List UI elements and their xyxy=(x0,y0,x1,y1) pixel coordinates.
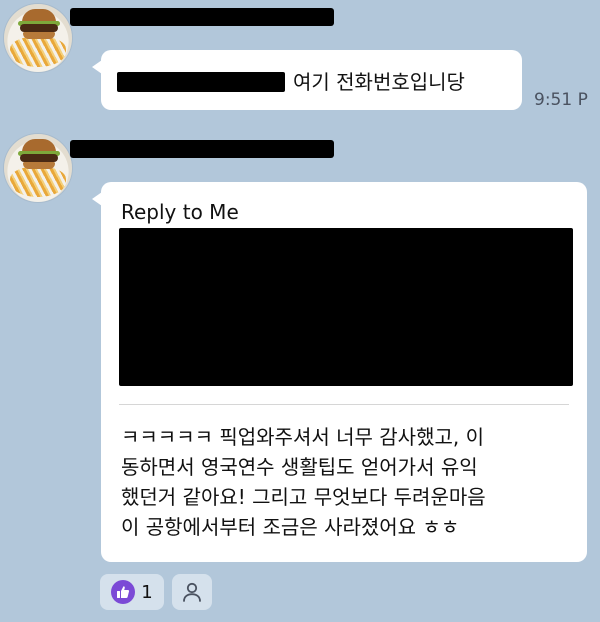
message-line: 했던거 같아요! 그리고 무엇보다 두려운마음 xyxy=(121,485,486,509)
message-text: ㅋㅋㅋㅋㅋ 픽업와주셔서 너무 감사했고, 이 동하면서 영국연수 생활팁도 얻… xyxy=(121,422,581,542)
redacted-phone-number xyxy=(117,72,285,92)
bun-bottom-graphic xyxy=(23,162,55,169)
bubble-tail xyxy=(92,192,102,206)
like-count: 1 xyxy=(141,581,153,603)
thumbs-up-icon xyxy=(111,580,136,604)
sender-avatar[interactable] xyxy=(4,134,72,202)
add-reaction-button[interactable] xyxy=(172,574,212,610)
message-line: ㅋㅋㅋㅋㅋ 픽업와주셔서 너무 감사했고, 이 xyxy=(121,425,484,449)
message-line: 이 공항에서부터 조금은 사라졌어요 ㅎㅎ xyxy=(121,515,460,539)
fries-graphic xyxy=(10,167,66,197)
patty-graphic xyxy=(20,24,58,32)
reply-divider xyxy=(119,404,569,405)
message-text: 여기 전화번호입니당 xyxy=(117,66,465,95)
redacted-quoted-message[interactable] xyxy=(119,228,573,386)
message-bubble[interactable]: 여기 전화번호입니당 xyxy=(92,50,522,110)
sender-avatar[interactable] xyxy=(4,4,72,72)
bun-bottom-graphic xyxy=(23,32,55,39)
person-icon xyxy=(183,582,201,602)
fries-graphic xyxy=(10,37,66,67)
message-line: 동하면서 영국연수 생활팁도 얻어가서 유익 xyxy=(121,455,478,479)
redacted-sender-name xyxy=(70,8,334,26)
reply-label[interactable]: Reply to Me xyxy=(121,200,239,224)
message-timestamp: 9:51 P xyxy=(534,90,588,110)
patty-graphic xyxy=(20,154,58,162)
reply-message-bubble[interactable]: Reply to Me ㅋㅋㅋㅋㅋ 픽업와주셔서 너무 감사했고, 이 동하면서… xyxy=(92,182,587,562)
like-reaction-button[interactable]: 1 xyxy=(100,574,164,610)
redacted-sender-name xyxy=(70,140,334,158)
bubble-tail xyxy=(92,60,102,74)
message-text-content: 여기 전화번호입니당 xyxy=(293,70,465,94)
